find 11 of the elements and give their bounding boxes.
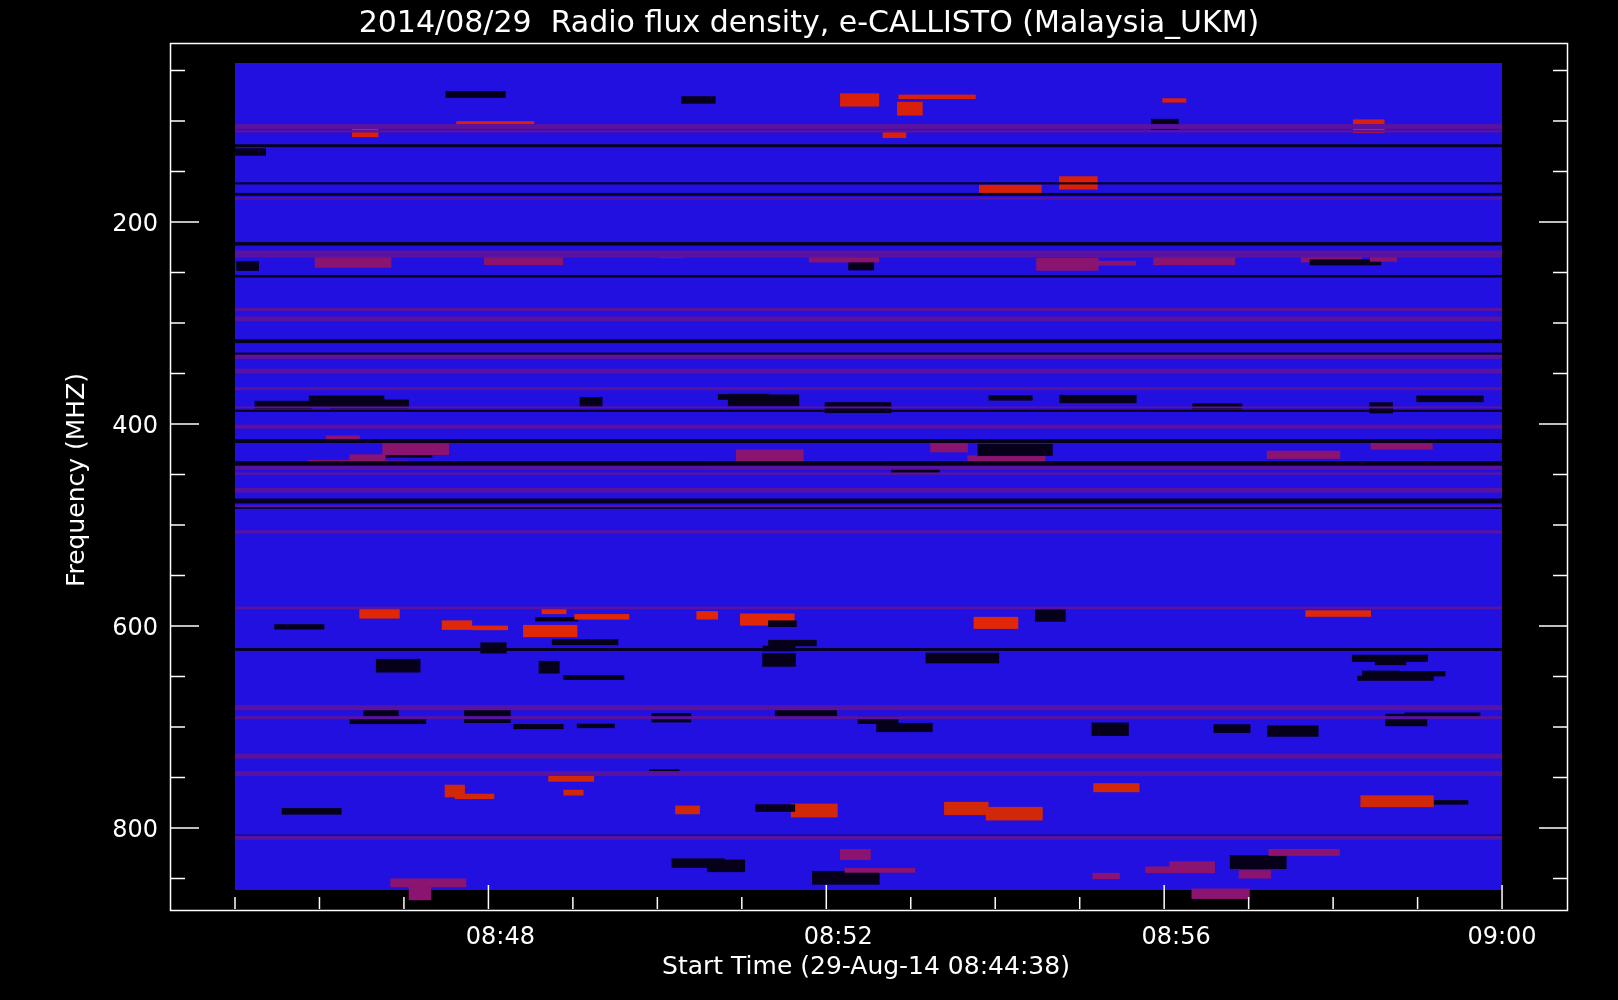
x-axis-label: Start Time (29-Aug-14 08:44:38) — [662, 951, 1070, 980]
chart-title: 2014/08/29 Radio flux density, e-CALLISTO (Malaysia_UKM) — [358, 4, 1260, 39]
y-axis-label: Frequency (MHZ) — [61, 372, 90, 588]
y-tick-label: 800 — [112, 815, 158, 843]
x-tick-label: 08:48 — [465, 922, 535, 950]
x-tick-label: 08:52 — [803, 922, 873, 950]
x-tick-label: 09:00 — [1467, 922, 1537, 950]
x-tick-label: 08:56 — [1141, 922, 1211, 950]
y-tick-label: 200 — [112, 209, 158, 237]
y-tick-label: 600 — [112, 613, 158, 641]
y-tick-label: 400 — [112, 411, 158, 439]
